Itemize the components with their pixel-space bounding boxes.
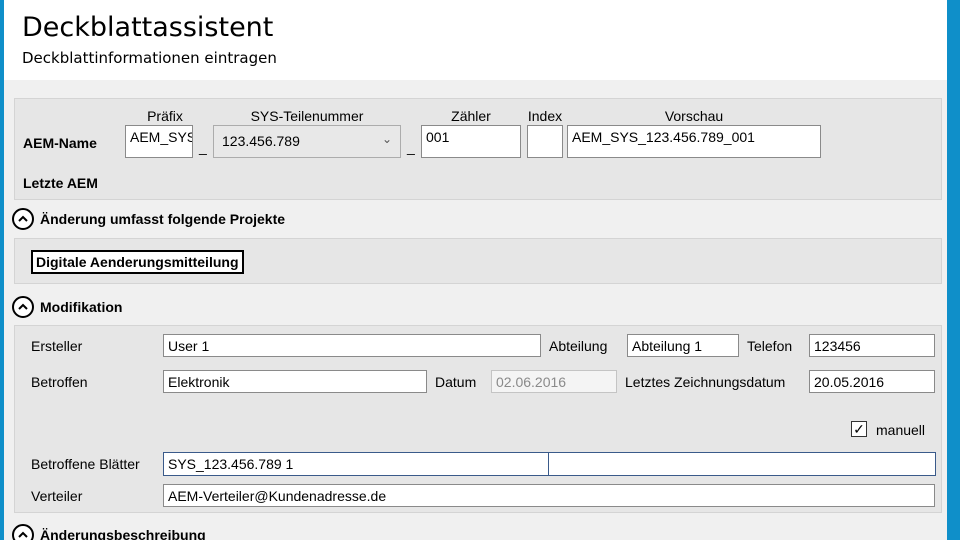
department-input[interactable]: Abteilung 1 bbox=[627, 334, 739, 357]
wizard-content: Präfix SYS-Teilenummer Zähler Index Vors… bbox=[4, 80, 947, 540]
description-section-header[interactable]: Änderungsbeschreibung bbox=[12, 524, 206, 540]
separator-underscore: _ bbox=[407, 139, 415, 155]
creator-input[interactable]: User 1 bbox=[163, 334, 541, 357]
modification-panel: Ersteller User 1 Abteilung Abteilung 1 T… bbox=[14, 325, 942, 513]
modification-section-title: Modifikation bbox=[40, 299, 123, 315]
phone-label: Telefon bbox=[747, 338, 793, 354]
manual-label[interactable]: manuell bbox=[876, 422, 925, 438]
window-frame-right bbox=[947, 0, 960, 540]
affected-sheets-input-2[interactable] bbox=[548, 452, 936, 476]
last-aem-label: Letzte AEM bbox=[23, 175, 98, 191]
affected-sheets-label: Betroffene Blätter bbox=[31, 456, 140, 472]
date-label: Datum bbox=[435, 374, 477, 390]
preview-column-header: Vorschau bbox=[664, 108, 724, 124]
department-label: Abteilung bbox=[549, 338, 608, 354]
chevron-up-icon[interactable] bbox=[12, 524, 34, 540]
chevron-up-icon[interactable] bbox=[12, 296, 34, 318]
index-column-header: Index bbox=[527, 108, 563, 124]
prefix-input[interactable]: AEM_SYS bbox=[125, 125, 193, 158]
sys-part-number-value: 123.456.789 bbox=[222, 133, 300, 149]
last-drawing-date-input[interactable]: 20.05.2016 bbox=[809, 370, 935, 393]
creator-label: Ersteller bbox=[31, 338, 83, 354]
distribution-label: Verteiler bbox=[31, 488, 83, 504]
affected-input[interactable]: Elektronik bbox=[163, 370, 427, 393]
description-section-title: Änderungsbeschreibung bbox=[40, 527, 206, 540]
index-input[interactable] bbox=[527, 125, 563, 158]
page-subtitle: Deckblattinformationen eintragen bbox=[22, 49, 277, 67]
checkmark-icon: ✓ bbox=[853, 421, 865, 437]
projects-panel: Digitale Aenderungsmitteilung bbox=[14, 238, 942, 284]
wizard-header: Deckblattassistent Deckblattinformatione… bbox=[4, 0, 947, 80]
date-input: 02.06.2016 bbox=[491, 370, 617, 393]
separator-underscore: _ bbox=[199, 139, 207, 155]
page-title: Deckblattassistent bbox=[22, 12, 274, 43]
phone-input[interactable]: 123456 bbox=[809, 334, 935, 357]
prefix-column-header: Präfix bbox=[147, 108, 183, 124]
chevron-down-icon: ⌄ bbox=[381, 132, 392, 146]
projects-section-header[interactable]: Änderung umfasst folgende Projekte bbox=[12, 208, 285, 230]
affected-sheets-input-1[interactable]: SYS_123.456.789 1 bbox=[163, 452, 549, 476]
distribution-input[interactable]: AEM-Verteiler@Kundenadresse.de bbox=[163, 484, 935, 507]
project-digital-change-notice-button[interactable]: Digitale Aenderungsmitteilung bbox=[31, 250, 244, 274]
chevron-up-icon[interactable] bbox=[12, 208, 34, 230]
sys-column-header: SYS-Teilenummer bbox=[250, 108, 364, 124]
counter-column-header: Zähler bbox=[451, 108, 491, 124]
last-drawing-date-label: Letztes Zeichnungsdatum bbox=[625, 374, 786, 390]
affected-label: Betroffen bbox=[31, 374, 88, 390]
counter-input[interactable]: 001 bbox=[421, 125, 521, 158]
aem-name-label: AEM-Name bbox=[23, 135, 97, 151]
aem-name-panel: Präfix SYS-Teilenummer Zähler Index Vors… bbox=[14, 98, 942, 200]
projects-section-title: Änderung umfasst folgende Projekte bbox=[40, 211, 286, 227]
modification-section-header[interactable]: Modifikation bbox=[12, 296, 122, 318]
manual-checkbox[interactable]: ✓ bbox=[851, 421, 867, 437]
preview-field: AEM_SYS_123.456.789_001 bbox=[567, 125, 821, 158]
sys-part-number-dropdown[interactable]: 123.456.789 ⌄ bbox=[213, 125, 401, 158]
